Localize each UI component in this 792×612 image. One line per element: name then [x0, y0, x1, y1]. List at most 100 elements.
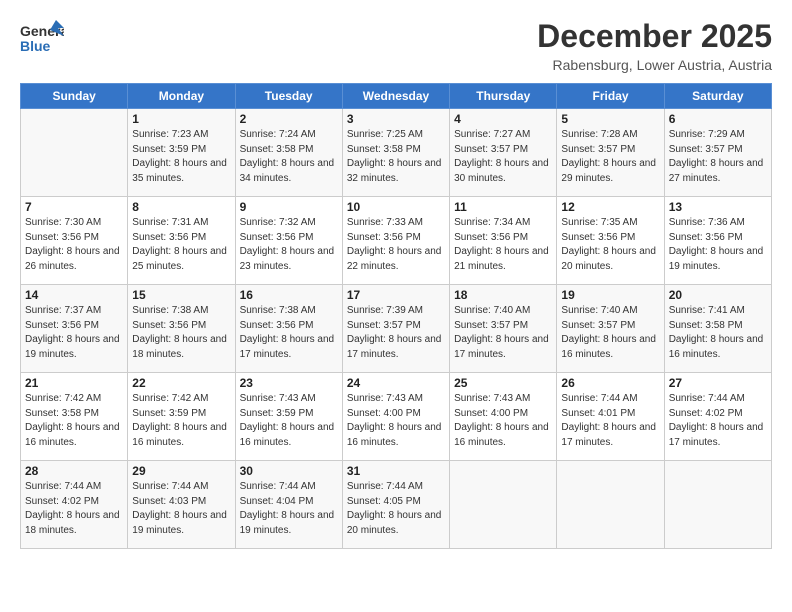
day-info: Sunrise: 7:24 AMSunset: 3:58 PMDaylight:…	[240, 128, 338, 186]
calendar-cell: 9Sunrise: 7:32 AMSunset: 3:56 PMDaylight…	[235, 197, 342, 285]
day-number: 28	[25, 464, 123, 478]
day-number: 16	[240, 288, 338, 302]
calendar-cell: 5 Sunrise: 7:28 AMSunset: 3:57 PMDaylight…	[557, 109, 664, 197]
day-info: Sunrise: 7:28 AMSunset: 3:57 PMDaylight:…	[561, 128, 659, 186]
calendar-cell: 20 Sunrise: 7:41 AMSunset: 3:58 PMDayligh…	[664, 285, 771, 373]
day-info: Sunrise: 7:44 AMSunset: 4:05 PMDaylight:…	[347, 480, 445, 538]
subtitle: Rabensburg, Lower Austria, Austria	[537, 57, 772, 73]
calendar-cell	[450, 461, 557, 549]
day-number: 5	[561, 112, 659, 126]
day-number: 4	[454, 112, 552, 126]
day-header-wednesday: Wednesday	[342, 84, 449, 109]
calendar-cell	[21, 109, 128, 197]
calendar-cell: 3 Sunrise: 7:25 AMSunset: 3:58 PMDaylight…	[342, 109, 449, 197]
day-number: 23	[240, 376, 338, 390]
day-number: 15	[132, 288, 230, 302]
day-number: 19	[561, 288, 659, 302]
day-info: Sunrise: 7:44 AMSunset: 4:04 PMDaylight:…	[240, 480, 338, 538]
day-info: Sunrise: 7:25 AMSunset: 3:58 PMDaylight:…	[347, 128, 445, 186]
day-header-saturday: Saturday	[664, 84, 771, 109]
calendar-cell: 30 Sunrise: 7:44 AMSunset: 4:04 PMDayligh…	[235, 461, 342, 549]
day-header-thursday: Thursday	[450, 84, 557, 109]
calendar-cell: 16 Sunrise: 7:38 AMSunset: 3:56 PMDayligh…	[235, 285, 342, 373]
calendar-cell: 29 Sunrise: 7:44 AMSunset: 4:03 PMDayligh…	[128, 461, 235, 549]
day-info: Sunrise: 7:38 AMSunset: 3:56 PMDaylight:…	[240, 304, 338, 362]
day-info: Sunrise: 7:42 AMSunset: 3:59 PMDaylight:…	[132, 392, 230, 450]
day-number: 20	[669, 288, 767, 302]
day-info: Sunrise: 7:42 AMSunset: 3:58 PMDaylight:…	[25, 392, 123, 450]
calendar-week-2: 7 Sunrise: 7:30 AMSunset: 3:56 PMDaylight…	[21, 197, 772, 285]
day-info: Sunrise: 7:29 AMSunset: 3:57 PMDaylight:…	[669, 128, 767, 186]
calendar-cell: 19 Sunrise: 7:40 AMSunset: 3:57 PMDayligh…	[557, 285, 664, 373]
day-header-sunday: Sunday	[21, 84, 128, 109]
day-number: 30	[240, 464, 338, 478]
day-number: 14	[25, 288, 123, 302]
day-number: 3	[347, 112, 445, 126]
day-number: 11	[454, 200, 552, 214]
calendar-cell: 6 Sunrise: 7:29 AMSunset: 3:57 PMDaylight…	[664, 109, 771, 197]
day-number: 26	[561, 376, 659, 390]
logo-icon: General Blue	[20, 18, 64, 61]
day-info: Sunrise: 7:38 AMSunset: 3:56 PMDaylight:…	[132, 304, 230, 362]
day-number: 1	[132, 112, 230, 126]
calendar-cell: 26 Sunrise: 7:44 AMSunset: 4:01 PMDayligh…	[557, 373, 664, 461]
day-number: 27	[669, 376, 767, 390]
day-info: Sunrise: 7:43 AMSunset: 3:59 PMDaylight:…	[240, 392, 338, 450]
calendar-header-row: SundayMondayTuesdayWednesdayThursdayFrid…	[21, 84, 772, 109]
day-info: Sunrise: 7:39 AMSunset: 3:57 PMDaylight:…	[347, 304, 445, 362]
day-info: Sunrise: 7:31 AMSunset: 3:56 PMDaylight:…	[132, 216, 230, 274]
calendar-cell: 1 Sunrise: 7:23 AMSunset: 3:59 PMDaylight…	[128, 109, 235, 197]
page: General Blue December 2025 Rabensburg, L…	[0, 0, 792, 612]
day-info: Sunrise: 7:44 AMSunset: 4:02 PMDaylight:…	[669, 392, 767, 450]
day-number: 13	[669, 200, 767, 214]
day-number: 25	[454, 376, 552, 390]
day-number: 24	[347, 376, 445, 390]
calendar-cell: 8Sunrise: 7:31 AMSunset: 3:56 PMDaylight…	[128, 197, 235, 285]
calendar-cell: 11 Sunrise: 7:34 AMSunset: 3:56 PMDayligh…	[450, 197, 557, 285]
day-info: Sunrise: 7:40 AMSunset: 3:57 PMDaylight:…	[561, 304, 659, 362]
day-number: 31	[347, 464, 445, 478]
calendar-cell: 12Sunrise: 7:35 AMSunset: 3:56 PMDayligh…	[557, 197, 664, 285]
calendar-cell: 4 Sunrise: 7:27 AMSunset: 3:57 PMDaylight…	[450, 109, 557, 197]
day-number: 10	[347, 200, 445, 214]
day-header-tuesday: Tuesday	[235, 84, 342, 109]
day-info: Sunrise: 7:27 AMSunset: 3:57 PMDaylight:…	[454, 128, 552, 186]
day-number: 7	[25, 200, 123, 214]
calendar-cell: 10 Sunrise: 7:33 AMSunset: 3:56 PMDayligh…	[342, 197, 449, 285]
day-info: Sunrise: 7:23 AMSunset: 3:59 PMDaylight:…	[132, 128, 230, 186]
day-info: Sunrise: 7:36 AMSunset: 3:56 PMDaylight:…	[669, 216, 767, 274]
day-info: Sunrise: 7:44 AMSunset: 4:01 PMDaylight:…	[561, 392, 659, 450]
calendar-cell: 27 Sunrise: 7:44 AMSunset: 4:02 PMDayligh…	[664, 373, 771, 461]
calendar-cell: 7 Sunrise: 7:30 AMSunset: 3:56 PMDaylight…	[21, 197, 128, 285]
day-info: Sunrise: 7:41 AMSunset: 3:58 PMDaylight:…	[669, 304, 767, 362]
day-info: Sunrise: 7:30 AMSunset: 3:56 PMDaylight:…	[25, 216, 123, 274]
calendar-cell: 15 Sunrise: 7:38 AMSunset: 3:56 PMDayligh…	[128, 285, 235, 373]
day-info: Sunrise: 7:44 AMSunset: 4:03 PMDaylight:…	[132, 480, 230, 538]
day-info: Sunrise: 7:34 AMSunset: 3:56 PMDaylight:…	[454, 216, 552, 274]
day-number: 17	[347, 288, 445, 302]
calendar-week-5: 28 Sunrise: 7:44 AMSunset: 4:02 PMDayligh…	[21, 461, 772, 549]
day-info: Sunrise: 7:44 AMSunset: 4:02 PMDaylight:…	[25, 480, 123, 538]
day-number: 21	[25, 376, 123, 390]
calendar-week-3: 14 Sunrise: 7:37 AMSunset: 3:56 PMDayligh…	[21, 285, 772, 373]
day-number: 9	[240, 200, 338, 214]
calendar-cell: 21 Sunrise: 7:42 AMSunset: 3:58 PMDayligh…	[21, 373, 128, 461]
calendar-cell: 18Sunrise: 7:40 AMSunset: 3:57 PMDayligh…	[450, 285, 557, 373]
day-info: Sunrise: 7:33 AMSunset: 3:56 PMDaylight:…	[347, 216, 445, 274]
calendar-cell: 31 Sunrise: 7:44 AMSunset: 4:05 PMDayligh…	[342, 461, 449, 549]
day-info: Sunrise: 7:37 AMSunset: 3:56 PMDaylight:…	[25, 304, 123, 362]
day-number: 29	[132, 464, 230, 478]
calendar-cell: 22Sunrise: 7:42 AMSunset: 3:59 PMDayligh…	[128, 373, 235, 461]
calendar-week-1: 1 Sunrise: 7:23 AMSunset: 3:59 PMDaylight…	[21, 109, 772, 197]
calendar-cell: 17 Sunrise: 7:39 AMSunset: 3:57 PMDayligh…	[342, 285, 449, 373]
calendar-cell	[557, 461, 664, 549]
calendar-cell: 14 Sunrise: 7:37 AMSunset: 3:56 PMDayligh…	[21, 285, 128, 373]
calendar-week-4: 21 Sunrise: 7:42 AMSunset: 3:58 PMDayligh…	[21, 373, 772, 461]
day-number: 6	[669, 112, 767, 126]
day-info: Sunrise: 7:43 AMSunset: 4:00 PMDaylight:…	[347, 392, 445, 450]
header: General Blue December 2025 Rabensburg, L…	[20, 18, 772, 73]
calendar-cell: 28 Sunrise: 7:44 AMSunset: 4:02 PMDayligh…	[21, 461, 128, 549]
calendar-cell: 23 Sunrise: 7:43 AMSunset: 3:59 PMDayligh…	[235, 373, 342, 461]
day-header-friday: Friday	[557, 84, 664, 109]
day-info: Sunrise: 7:40 AMSunset: 3:57 PMDaylight:…	[454, 304, 552, 362]
